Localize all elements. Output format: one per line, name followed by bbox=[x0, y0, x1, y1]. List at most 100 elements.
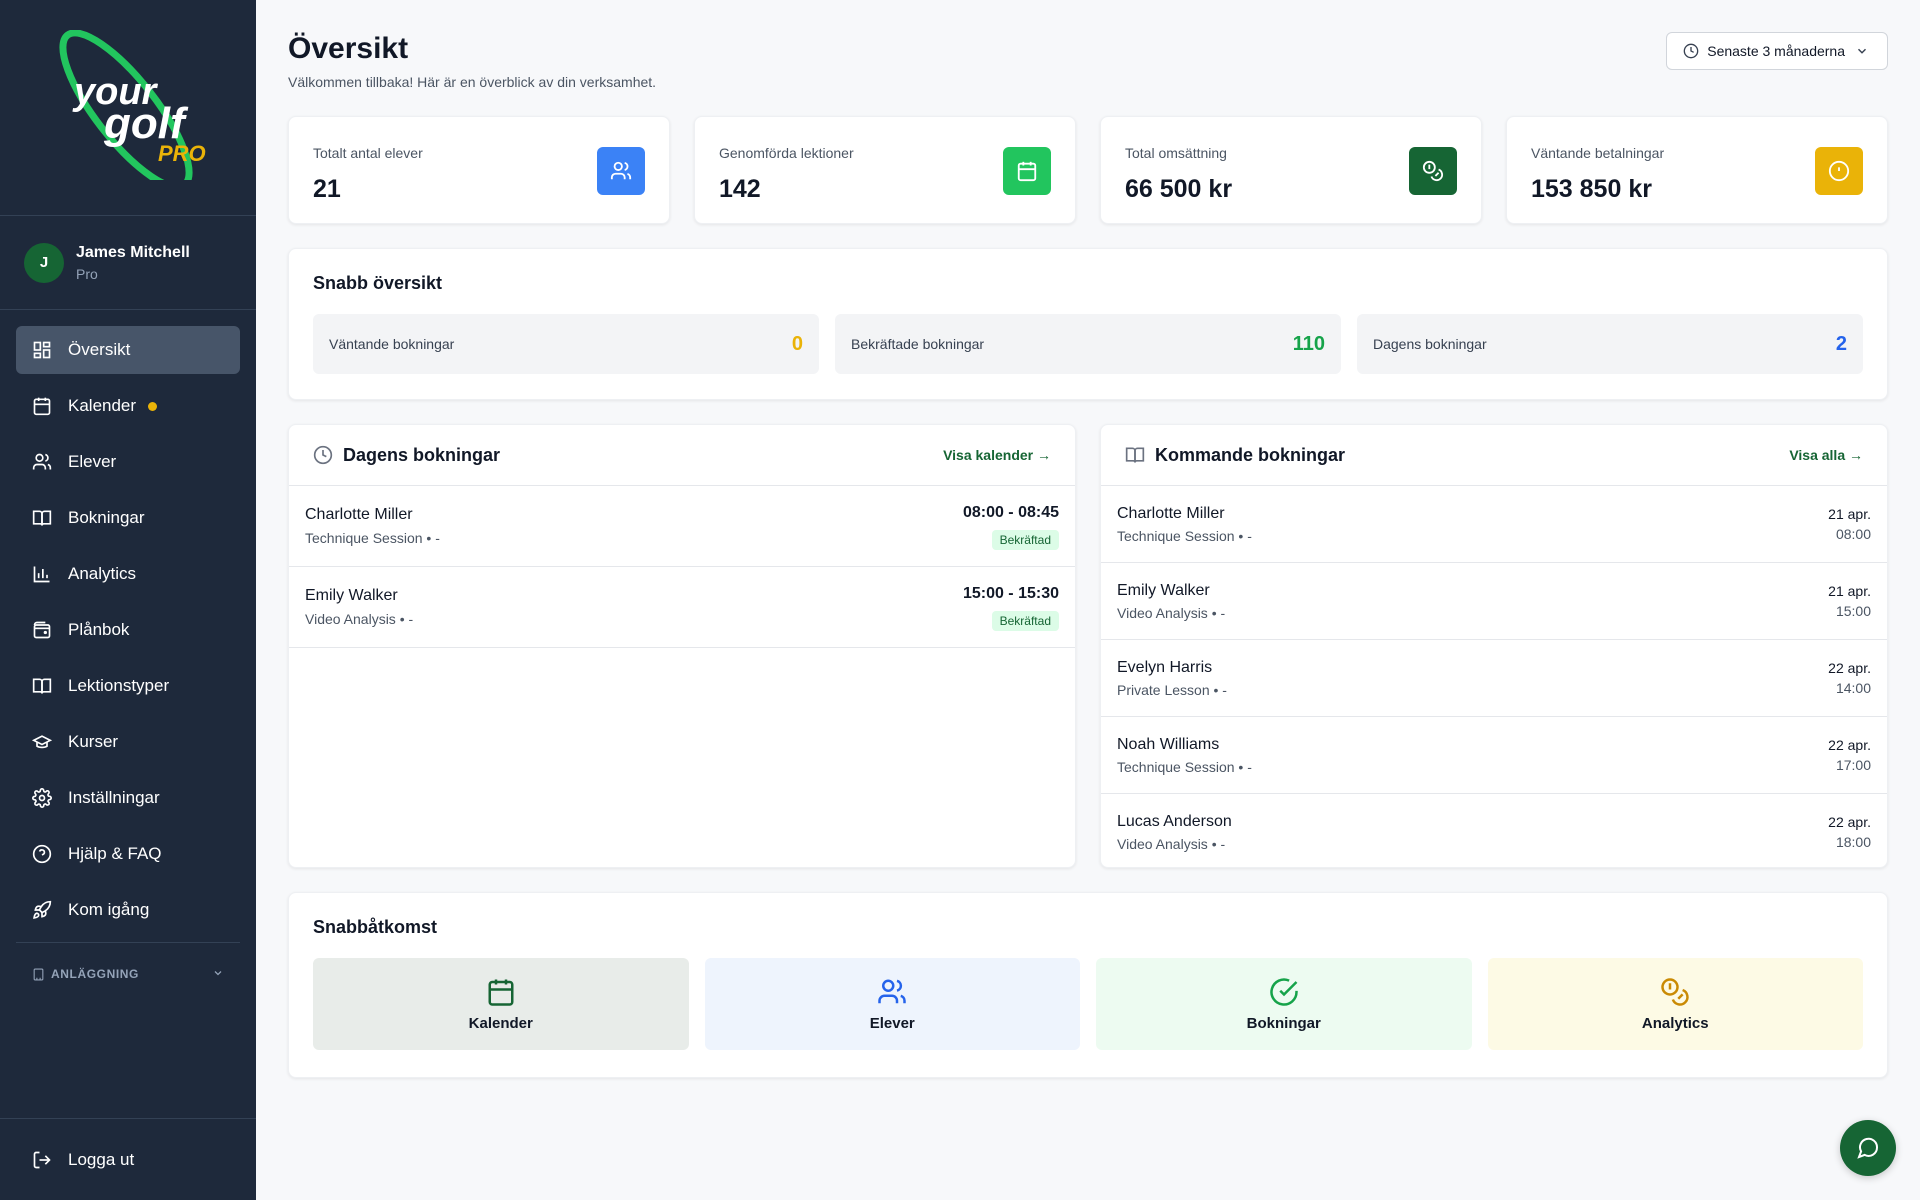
booking-time: 17:00 bbox=[1835, 757, 1871, 773]
section-toggle-anlaggning[interactable]: ANLÄGGNING bbox=[16, 959, 240, 989]
view-all-link[interactable]: Visa alla → bbox=[1789, 447, 1863, 463]
stat-card-lessons: Genomförda lektioner 142 bbox=[694, 116, 1076, 224]
sidebar-item-analytics[interactable]: Analytics bbox=[16, 550, 240, 598]
bar-chart-icon bbox=[32, 564, 52, 584]
sidebar-item-kom-igang[interactable]: Kom igång bbox=[16, 886, 240, 934]
sidebar-item-label: Hjälp & FAQ bbox=[68, 844, 162, 863]
logout-button[interactable]: Logga ut bbox=[0, 1118, 256, 1200]
booking-type: Technique Session • - bbox=[1117, 528, 1252, 544]
stats-row: Totalt antal elever 21 Genomförda lektio… bbox=[288, 116, 1888, 224]
quick-access-card: Snabbåtkomst Kalender Elever Bokningar A… bbox=[288, 892, 1888, 1078]
list-item[interactable]: Emily Walker Video Analysis • - 15:00 - … bbox=[289, 567, 1075, 648]
sidebar-item-installningar[interactable]: Inställningar bbox=[16, 774, 240, 822]
sidebar-item-lektionstyper[interactable]: Lektionstyper bbox=[16, 662, 240, 710]
sidebar-nav: Översikt Kalender Elever Bokningar Analy… bbox=[0, 310, 256, 934]
card-title: Snabbåtkomst bbox=[313, 917, 438, 937]
sidebar-item-label: Översikt bbox=[68, 340, 131, 359]
book-icon bbox=[32, 508, 52, 528]
stat-label: Väntande betalningar bbox=[1531, 145, 1665, 161]
wallet-icon bbox=[32, 620, 52, 640]
booking-date: 22 apr. bbox=[1828, 814, 1871, 830]
sidebar-item-hjalp[interactable]: Hjälp & FAQ bbox=[16, 830, 240, 878]
clock-icon bbox=[1683, 43, 1699, 59]
view-calendar-link[interactable]: Visa kalender → bbox=[943, 447, 1051, 463]
booking-name: Noah Williams bbox=[1117, 736, 1220, 753]
booking-type: Private Lesson • - bbox=[1117, 682, 1227, 698]
sidebar-item-planbok[interactable]: Plånbok bbox=[16, 606, 240, 654]
qo-value: 2 bbox=[1835, 332, 1847, 355]
period-select[interactable]: Senaste 3 månaderna bbox=[1666, 32, 1888, 70]
gear-icon bbox=[32, 788, 52, 808]
quick-overview-card: Snabb översikt Väntande bokningar 0 Bekr… bbox=[288, 248, 1888, 400]
quick-access-analytics[interactable]: Analytics bbox=[1487, 958, 1863, 1050]
booking-name: Charlotte Miller bbox=[1117, 505, 1225, 522]
sidebar-item-label: Kurser bbox=[68, 732, 119, 751]
sidebar-item-label: Plånbok bbox=[68, 620, 130, 639]
sidebar: your golf PRO J James Mitchell Pro Övers… bbox=[0, 0, 256, 1200]
avatar: J bbox=[24, 242, 64, 283]
nav-divider bbox=[16, 942, 240, 943]
stat-card-pending-payments: Väntande betalningar 153 850 kr bbox=[1506, 116, 1888, 224]
list-item[interactable]: Noah Williams Technique Session • - 22 a… bbox=[1101, 717, 1887, 794]
stat-value: 142 bbox=[719, 175, 761, 203]
help-circle-icon bbox=[32, 844, 52, 864]
stat-label: Totalt antal elever bbox=[313, 145, 423, 161]
logout-icon bbox=[32, 1150, 52, 1170]
upcoming-bookings-card: Kommande bokningar Visa alla → Charlotte… bbox=[1100, 424, 1888, 868]
user-role: Pro bbox=[76, 265, 98, 282]
graduation-cap-icon bbox=[32, 732, 52, 752]
qo-label: Bekräftade bokningar bbox=[851, 336, 985, 352]
quick-access-elever[interactable]: Elever bbox=[704, 958, 1080, 1050]
list-item[interactable]: Charlotte Miller Technique Session • - 2… bbox=[1101, 486, 1887, 563]
quick-access-kalender[interactable]: Kalender bbox=[313, 958, 689, 1050]
sidebar-item-bokningar[interactable]: Bokningar bbox=[16, 494, 240, 542]
booking-name: Emily Walker bbox=[1117, 582, 1210, 599]
calendar-icon bbox=[486, 977, 516, 1007]
booking-type: Video Analysis • - bbox=[1117, 836, 1226, 852]
status-badge: Bekräftad bbox=[991, 530, 1059, 550]
sidebar-item-label: Kalender bbox=[68, 396, 137, 415]
sidebar-item-elever[interactable]: Elever bbox=[16, 438, 240, 486]
quick-access-label: Kalender bbox=[468, 1014, 533, 1032]
qo-label: Dagens bokningar bbox=[1373, 336, 1487, 352]
booking-time: 08:00 - 08:45 bbox=[962, 504, 1059, 521]
sidebar-item-label: Lektionstyper bbox=[68, 676, 170, 695]
page-subtitle: Välkommen tillbaka! Här är en överblick … bbox=[288, 74, 657, 90]
logout-label: Logga ut bbox=[68, 1149, 135, 1169]
quick-overview-today: Dagens bokningar 2 bbox=[1357, 314, 1863, 374]
qo-label: Väntande bokningar bbox=[329, 336, 455, 352]
booking-date: 22 apr. bbox=[1828, 737, 1871, 753]
quick-access-bokningar[interactable]: Bokningar bbox=[1096, 958, 1472, 1050]
sidebar-item-oversikt[interactable]: Översikt bbox=[16, 326, 240, 374]
check-circle-icon bbox=[1269, 977, 1299, 1007]
notification-dot bbox=[148, 401, 158, 411]
quick-access-label: Elever bbox=[869, 1014, 915, 1032]
alert-circle-icon bbox=[1815, 147, 1863, 195]
calendar-icon bbox=[1003, 147, 1051, 195]
chevron-down-icon bbox=[212, 967, 224, 982]
user-profile[interactable]: J James Mitchell Pro bbox=[0, 216, 256, 310]
list-item[interactable]: Charlotte Miller Technique Session • - 0… bbox=[289, 486, 1075, 567]
chat-button[interactable] bbox=[1840, 1120, 1896, 1176]
coins-icon bbox=[1660, 977, 1690, 1007]
sidebar-item-kurser[interactable]: Kurser bbox=[16, 718, 240, 766]
booking-name: Emily Walker bbox=[305, 587, 398, 604]
qo-value: 110 bbox=[1292, 332, 1325, 355]
quick-access-label: Analytics bbox=[1641, 1014, 1709, 1032]
booking-time: 15:00 - 15:30 bbox=[962, 585, 1059, 602]
chevron-down-icon bbox=[1855, 44, 1869, 58]
building-icon bbox=[32, 968, 45, 981]
booking-name: Lucas Anderson bbox=[1117, 813, 1232, 830]
list-item[interactable]: Emily Walker Video Analysis • - 21 apr. … bbox=[1101, 563, 1887, 640]
list-item[interactable]: Evelyn Harris Private Lesson • - 22 apr.… bbox=[1101, 640, 1887, 717]
period-label: Senaste 3 månaderna bbox=[1707, 43, 1845, 59]
yourgolf-logo[interactable]: your golf PRO bbox=[38, 30, 218, 180]
stat-label: Total omsättning bbox=[1125, 145, 1227, 161]
booking-name: Evelyn Harris bbox=[1117, 659, 1213, 676]
booking-date: 22 apr. bbox=[1828, 660, 1871, 676]
list-item[interactable]: Lucas Anderson Video Analysis • - 22 apr… bbox=[1101, 794, 1887, 871]
quick-access-label: Bokningar bbox=[1246, 1014, 1321, 1032]
sidebar-item-kalender[interactable]: Kalender bbox=[16, 382, 240, 430]
users-icon bbox=[877, 977, 907, 1007]
chat-icon bbox=[1856, 1136, 1880, 1160]
